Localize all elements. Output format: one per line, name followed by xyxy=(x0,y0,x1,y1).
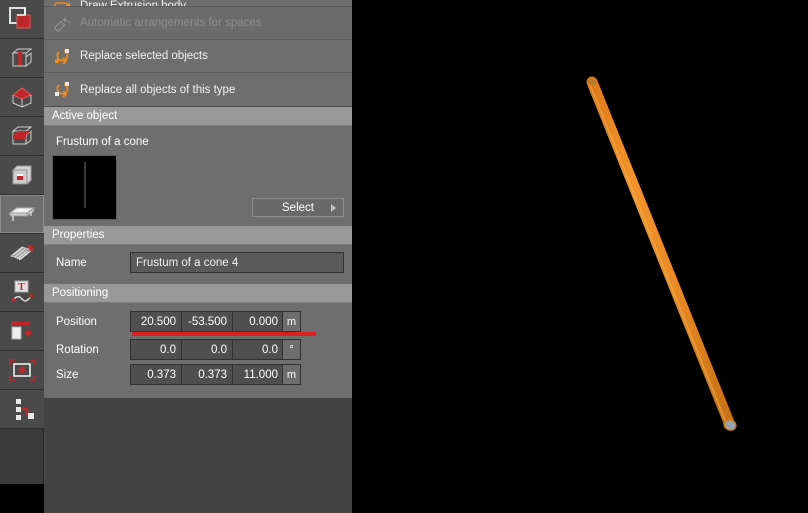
select-button[interactable]: Select xyxy=(252,198,344,217)
size-label: Size xyxy=(56,368,79,381)
command-automatic-arrangements[interactable]: Automatic arrangements for spaces xyxy=(44,7,352,40)
select-button-label: Select xyxy=(282,201,314,214)
properties-panel: Draw Extrusion body Automatic arrangemen… xyxy=(44,0,352,513)
replace-all-icon xyxy=(54,81,71,98)
extrusion-body-icon xyxy=(54,0,71,6)
command-draw-extrusion-body[interactable]: Draw Extrusion body xyxy=(44,0,352,7)
draw-beam-icon xyxy=(11,126,33,146)
command-label: Replace all objects of this type xyxy=(80,83,236,96)
tool-node-graph[interactable] xyxy=(0,390,44,429)
property-row-name: Name Frustum of a cone 4 xyxy=(52,252,344,273)
rotation-z-input[interactable]: 0.0 xyxy=(232,339,284,360)
chevron-right-icon xyxy=(331,203,336,212)
rotation-label: Rotation xyxy=(56,343,99,356)
positioning-row-size: Size 0.373 0.373 11.000 m xyxy=(52,364,344,385)
tool-dimension[interactable] xyxy=(0,312,44,351)
size-x-input[interactable]: 0.373 xyxy=(130,364,182,385)
draw-text-curve-icon: T xyxy=(11,280,33,302)
tool-draw-roof[interactable] xyxy=(0,78,44,117)
command-replace-all-of-type[interactable]: Replace all objects of this type xyxy=(44,73,352,106)
tool-draw-column[interactable] xyxy=(0,39,44,78)
left-toolbar: T xyxy=(0,0,44,484)
thumbnail-object-shape xyxy=(83,162,86,208)
properties-header: Properties xyxy=(44,226,352,245)
magic-wand-icon xyxy=(53,15,71,32)
replace-icon xyxy=(54,48,71,65)
positioning-header-label: Positioning xyxy=(52,287,109,299)
command-label: Replace selected objects xyxy=(80,50,208,62)
rotation-fields: 0.0 0.0 0.0 ° xyxy=(130,339,301,360)
draw-opening-icon xyxy=(12,165,32,185)
tool-draw-hatch[interactable] xyxy=(0,234,44,273)
tool-draw-text-curve[interactable]: T xyxy=(0,273,44,312)
size-unit: m xyxy=(282,364,301,385)
tool-draw-slab-region[interactable] xyxy=(0,0,44,39)
positioning-body: Position 20.500 -53.500 0.000 m Rotation… xyxy=(44,303,352,398)
size-z-input[interactable]: 11.000 xyxy=(232,364,284,385)
position-label: Position xyxy=(56,315,97,328)
command-label: Draw Extrusion body xyxy=(80,0,187,7)
dimension-icon xyxy=(11,322,32,340)
frustum-of-a-cone-object[interactable] xyxy=(586,76,738,432)
properties-header-label: Properties xyxy=(52,229,105,241)
name-input[interactable]: Frustum of a cone 4 xyxy=(130,252,344,273)
draw-hatch-icon xyxy=(9,245,34,261)
position-highlight-annotation xyxy=(132,332,316,336)
tool-draw-extrusion-body[interactable] xyxy=(0,195,44,234)
rotation-x-input[interactable]: 0.0 xyxy=(130,339,182,360)
position-x-input[interactable]: 20.500 xyxy=(130,311,182,332)
rotation-unit: ° xyxy=(282,339,301,360)
position-y-input[interactable]: -53.500 xyxy=(181,311,233,332)
rotation-y-input[interactable]: 0.0 xyxy=(181,339,233,360)
position-fields: 20.500 -53.500 0.000 m xyxy=(130,311,316,336)
3d-viewport[interactable] xyxy=(352,0,808,513)
positioning-row-rotation: Rotation 0.0 0.0 0.0 ° xyxy=(52,339,344,360)
positioning-header: Positioning xyxy=(44,284,352,303)
tool-draw-opening[interactable] xyxy=(0,156,44,195)
position-unit: m xyxy=(282,311,301,332)
svg-text:T: T xyxy=(18,282,25,293)
viewport-scene xyxy=(586,76,738,432)
draw-slab-region-icon xyxy=(9,7,31,29)
node-graph-icon xyxy=(16,399,34,420)
size-y-input[interactable]: 0.373 xyxy=(181,364,233,385)
draw-roof-icon xyxy=(12,87,32,108)
name-label: Name xyxy=(56,256,87,269)
command-list: Draw Extrusion body Automatic arrangemen… xyxy=(44,0,352,107)
command-label: Automatic arrangements for spaces xyxy=(80,17,262,29)
draw-extrusion-body-icon xyxy=(8,207,36,221)
active-object-body: Frustum of a cone Select xyxy=(44,126,352,226)
tool-draw-beam[interactable] xyxy=(0,117,44,156)
positioning-row-position: Position 20.500 -53.500 0.000 m xyxy=(52,311,344,336)
active-object-header-label: Active object xyxy=(52,110,118,122)
active-object-name: Frustum of a cone xyxy=(56,136,149,148)
tool-snap-target[interactable] xyxy=(0,351,44,390)
draw-column-icon xyxy=(11,48,33,68)
snap-target-icon xyxy=(9,359,35,381)
active-object-header: Active object xyxy=(44,107,352,126)
active-object-thumbnail[interactable] xyxy=(52,155,117,220)
command-replace-selected-objects[interactable]: Replace selected objects xyxy=(44,40,352,73)
properties-body: Name Frustum of a cone 4 xyxy=(44,245,352,284)
position-z-input[interactable]: 0.000 xyxy=(232,311,284,332)
size-fields: 0.373 0.373 11.000 m xyxy=(130,364,301,385)
